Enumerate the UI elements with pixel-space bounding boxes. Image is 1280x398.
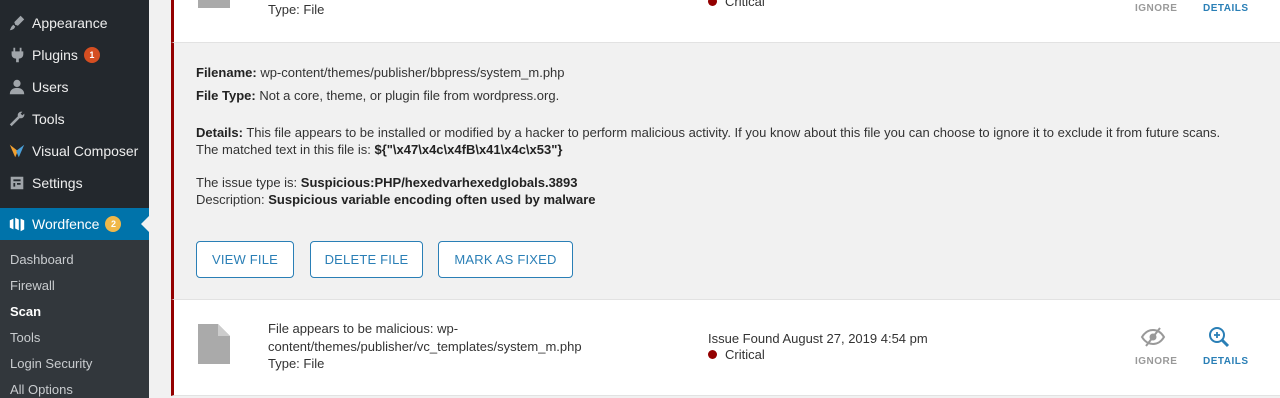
admin-sidebar: Appearance Plugins 1 Users Tools Visual … — [0, 0, 149, 398]
critical-dot-icon — [708, 350, 717, 359]
user-icon — [0, 78, 34, 96]
plugins-update-badge: 1 — [83, 47, 100, 63]
wrench-icon — [0, 110, 34, 128]
mark-as-fixed-button[interactable]: MARK AS FIXED — [438, 241, 573, 278]
severity-label: Critical — [725, 0, 765, 9]
issue-type-value: Suspicious:PHP/hexedvarhexedglobals.3893 — [300, 175, 578, 190]
sidebar-item-settings[interactable]: Settings — [0, 167, 149, 199]
submenu-item-scan[interactable]: Scan — [10, 304, 41, 319]
details-magnifier-icon[interactable] — [1206, 326, 1232, 351]
issue-type: Type: File — [268, 356, 325, 371]
sidebar-item-label: Visual Composer — [32, 143, 139, 159]
sidebar-item-label: Tools — [32, 111, 65, 127]
sidebar-item-label: Wordfence — [32, 216, 100, 232]
submenu-item-all-options[interactable]: All Options — [10, 382, 73, 397]
filename-label: Filename: — [196, 65, 257, 80]
ignore-eye-icon[interactable] — [1140, 326, 1166, 351]
issue-found-date: Issue Found August 27, 2019 4:54 pm — [708, 331, 928, 346]
issue-type: Type: File — [268, 2, 325, 17]
scan-results-area: Type: File Critical IGNORE DETAILS Filen… — [149, 0, 1280, 398]
paintbrush-icon — [0, 14, 34, 32]
sidebar-item-wordfence[interactable]: Wordfence 2 — [0, 208, 149, 240]
file-icon — [198, 324, 230, 364]
submenu-item-login-security[interactable]: Login Security — [10, 356, 92, 371]
sidebar-item-users[interactable]: Users — [0, 71, 149, 103]
wordfence-submenu: Dashboard Firewall Scan Tools Login Secu… — [0, 240, 149, 398]
critical-dot-icon — [708, 0, 717, 6]
ignore-button[interactable]: IGNORE — [1135, 3, 1177, 14]
filetype-row: File Type: Not a core, theme, or plugin … — [196, 87, 559, 105]
plugin-icon — [0, 46, 34, 64]
sidebar-item-visual-composer[interactable]: Visual Composer — [0, 135, 149, 167]
details-button[interactable]: DETAILS — [1203, 3, 1249, 14]
sidebar-item-appearance[interactable]: Appearance — [0, 7, 149, 39]
issue-card: File appears to be malicious: wp- conten… — [171, 300, 1280, 396]
issue-title-line-1: File appears to be malicious: wp- — [268, 321, 459, 336]
delete-file-button[interactable]: DELETE FILE — [310, 241, 423, 278]
matched-text-label: The matched text in this file is: — [196, 142, 371, 157]
filename-value: wp-content/themes/publisher/bbpress/syst… — [260, 65, 565, 80]
details-row: Details: This file appears to be install… — [196, 124, 1220, 142]
submenu-item-firewall[interactable]: Firewall — [10, 278, 55, 293]
wordfence-icon — [0, 215, 34, 233]
issue-detail-panel: Filename: wp-content/themes/publisher/bb… — [171, 42, 1280, 300]
description-row: Description: Suspicious variable encodin… — [196, 191, 596, 209]
visual-composer-icon — [0, 142, 34, 160]
file-icon — [198, 0, 230, 8]
ignore-button[interactable]: IGNORE — [1135, 356, 1177, 367]
wordfence-issues-badge: 2 — [105, 216, 122, 232]
issue-type-row: The issue type is: Suspicious:PHP/hexedv… — [196, 174, 578, 192]
description-value: Suspicious variable encoding often used … — [268, 192, 596, 207]
submenu-item-tools[interactable]: Tools — [10, 330, 40, 345]
filetype-value: Not a core, theme, or plugin file from w… — [259, 88, 560, 103]
matched-text-value: ${"\x47\x4c\x4fB\x41\x4c\x53"} — [374, 142, 563, 157]
sidebar-item-label: Users — [32, 79, 69, 95]
settings-icon — [0, 174, 34, 192]
filename-row: Filename: wp-content/themes/publisher/bb… — [196, 64, 565, 82]
view-file-button[interactable]: VIEW FILE — [196, 241, 294, 278]
severity-status: Critical — [708, 347, 765, 362]
filetype-label: File Type: — [196, 88, 256, 103]
severity-label: Critical — [725, 347, 765, 362]
description-label: Description: — [196, 192, 265, 207]
severity-status: Critical — [708, 0, 765, 9]
details-button[interactable]: DETAILS — [1203, 356, 1249, 367]
submenu-item-dashboard[interactable]: Dashboard — [10, 252, 74, 267]
details-value: This file appears to be installed or mod… — [246, 125, 1221, 140]
sidebar-item-plugins[interactable]: Plugins 1 — [0, 39, 149, 71]
sidebar-item-label: Plugins — [32, 47, 78, 63]
details-label: Details: — [196, 125, 243, 140]
issue-type-label: The issue type is: — [196, 175, 298, 190]
issue-title-line-2: content/themes/publisher/vc_templates/sy… — [268, 339, 582, 354]
sidebar-item-tools[interactable]: Tools — [0, 103, 149, 135]
sidebar-item-label: Appearance — [32, 15, 108, 31]
issue-card: Type: File Critical IGNORE DETAILS — [171, 0, 1280, 42]
matched-text-row: The matched text in this file is: ${"\x4… — [196, 141, 562, 159]
sidebar-item-label: Settings — [32, 175, 83, 191]
